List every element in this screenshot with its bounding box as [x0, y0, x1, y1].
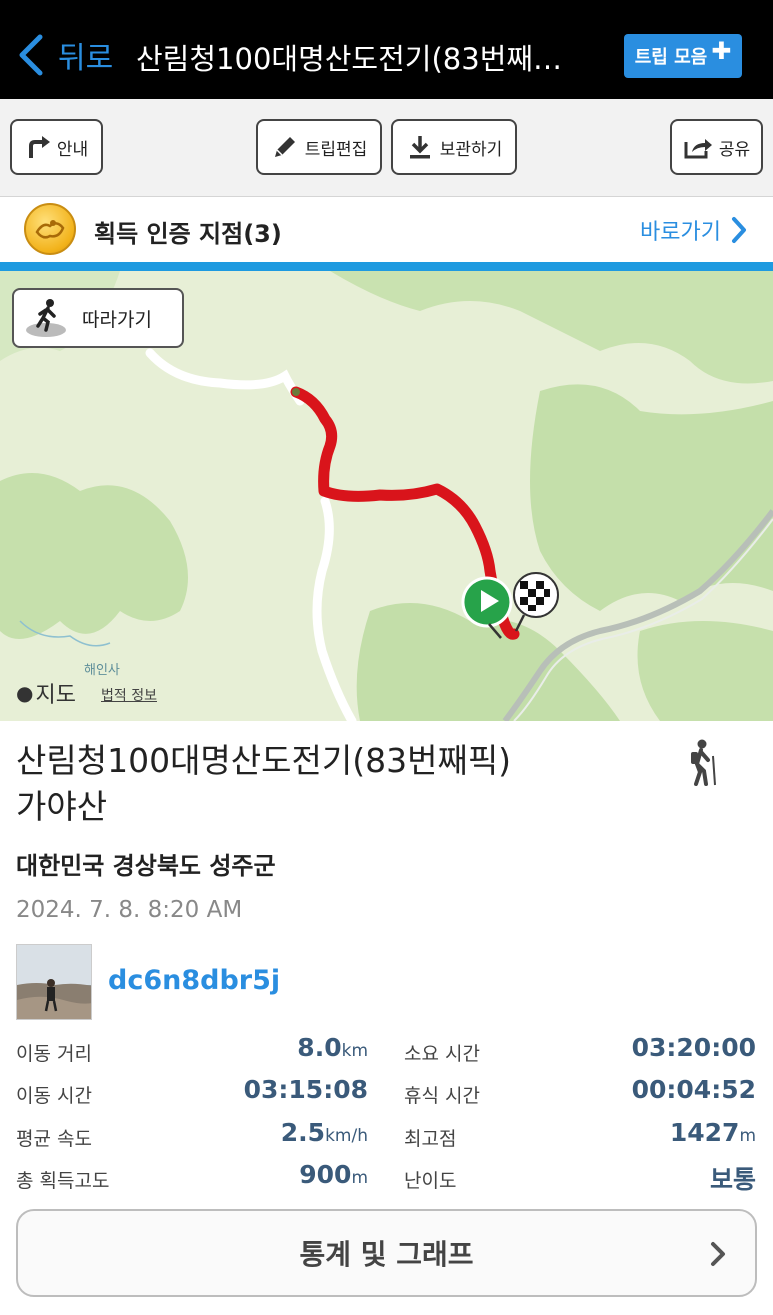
stat-label-difficulty: 난이도: [404, 1170, 457, 1192]
share-button[interactable]: 공유: [670, 119, 763, 175]
stat-unit: m: [739, 1126, 756, 1146]
goto-label: 바로가기: [640, 220, 721, 245]
top-navigation-bar: 뒤로 산림청100대명산도전기(83번째… 트립 모음 ✚: [0, 0, 773, 99]
stat-value-rest-time: 00:04:52: [560, 1075, 756, 1104]
stat-number: 900: [299, 1160, 352, 1189]
place-label: 해인사: [84, 663, 120, 678]
section-divider: [0, 262, 773, 271]
stat-label-moving-time: 이동 시간: [16, 1085, 92, 1107]
stat-number: 1427: [669, 1118, 740, 1147]
route-map[interactable]: 따라가기 해인사 ● 지도 법적 정보: [0, 271, 773, 721]
apple-logo-icon: ●: [16, 681, 34, 705]
stat-value-difficulty: 보통: [560, 1160, 756, 1196]
stat-label-rest-time: 휴식 시간: [404, 1085, 480, 1107]
trip-region: 대한민국 경상북도 성주군: [16, 852, 276, 880]
turn-right-icon: [28, 136, 50, 158]
play-icon[interactable]: [461, 576, 513, 640]
goto-link[interactable]: 바로가기: [640, 214, 747, 246]
maps-logo-text: 지도: [35, 683, 76, 708]
stat-value-total-time: 03:20:00: [560, 1033, 756, 1062]
maps-logo: ● 지도: [16, 677, 76, 709]
share-label: 공유: [718, 139, 751, 160]
chevron-right-icon: [731, 217, 746, 243]
guide-label: 안내: [56, 139, 89, 160]
action-toolbar: 안내 트립편집 보관하기 공유: [0, 99, 773, 197]
save-button[interactable]: 보관하기: [391, 119, 517, 175]
certified-points-text: 획득 인증 지점(3): [94, 220, 282, 248]
stat-value-elevation-gain: 900m: [200, 1160, 368, 1189]
trip-collection-button[interactable]: 트립 모음 ✚: [624, 34, 742, 78]
stat-label-total-time: 소요 시간: [404, 1043, 480, 1065]
legal-info-link[interactable]: 법적 정보: [101, 685, 157, 705]
chevron-left-icon: [19, 34, 43, 76]
stats-and-graphs-button[interactable]: 통계 및 그래프: [16, 1209, 757, 1297]
stat-number: 03:20:00: [631, 1033, 756, 1062]
checkered-flag-icon[interactable]: [510, 571, 562, 635]
follow-route-label: 따라가기: [82, 308, 152, 331]
back-button[interactable]: 뒤로: [14, 30, 113, 80]
certified-points-bar[interactable]: 획득 인증 지점(3) 바로가기: [0, 198, 773, 262]
walking-person-icon: [26, 299, 66, 337]
stat-unit: km: [341, 1041, 368, 1061]
medal-icon: [24, 203, 76, 255]
back-label: 뒤로: [58, 41, 114, 76]
stat-value-moving-time: 03:15:08: [200, 1075, 368, 1104]
stat-label-max-altitude: 최고점: [404, 1128, 457, 1150]
stat-number: 8.0: [297, 1033, 342, 1062]
pencil-icon: [274, 137, 295, 157]
chevron-right-icon: [711, 1242, 725, 1266]
stat-number: 00:04:52: [631, 1075, 756, 1104]
stat-number: 보통: [709, 1165, 756, 1194]
share-icon: [684, 139, 712, 159]
stat-number: 03:15:08: [243, 1075, 368, 1104]
username-link[interactable]: dc6n8dbr5j: [108, 965, 280, 996]
stat-number: 2.5: [280, 1118, 326, 1147]
page-title: 산림청100대명산도전기(83번째…: [136, 42, 563, 76]
stat-value-max-altitude: 1427m: [560, 1118, 756, 1147]
stat-value-distance: 8.0km: [200, 1033, 368, 1062]
stat-label-avg-speed: 평균 속도: [16, 1128, 92, 1150]
stat-label-distance: 이동 거리: [16, 1043, 92, 1065]
trip-datetime: 2024. 7. 8. 8:20 AM: [16, 897, 243, 923]
stats-and-graphs-label: 통계 및 그래프: [299, 1238, 474, 1271]
plus-icon: ✚: [711, 37, 732, 65]
stat-unit: km/h: [325, 1126, 368, 1146]
edit-trip-label: 트립편집: [304, 139, 368, 160]
stat-value-avg-speed: 2.5km/h: [200, 1118, 368, 1147]
avatar[interactable]: [16, 944, 92, 1020]
guide-button[interactable]: 안내: [10, 119, 103, 175]
trip-collection-label: 트립 모음: [634, 47, 708, 68]
stat-label-elevation-gain: 총 획득고도: [16, 1170, 110, 1192]
download-icon: [409, 136, 430, 159]
hiking-icon: [691, 739, 716, 786]
save-label: 보관하기: [439, 139, 503, 160]
edit-trip-button[interactable]: 트립편집: [256, 119, 382, 175]
trip-title: 산림청100대명산도전기(83번째픽)가야산: [16, 741, 512, 826]
follow-route-button[interactable]: 따라가기: [12, 288, 184, 348]
stat-unit: m: [351, 1168, 368, 1188]
